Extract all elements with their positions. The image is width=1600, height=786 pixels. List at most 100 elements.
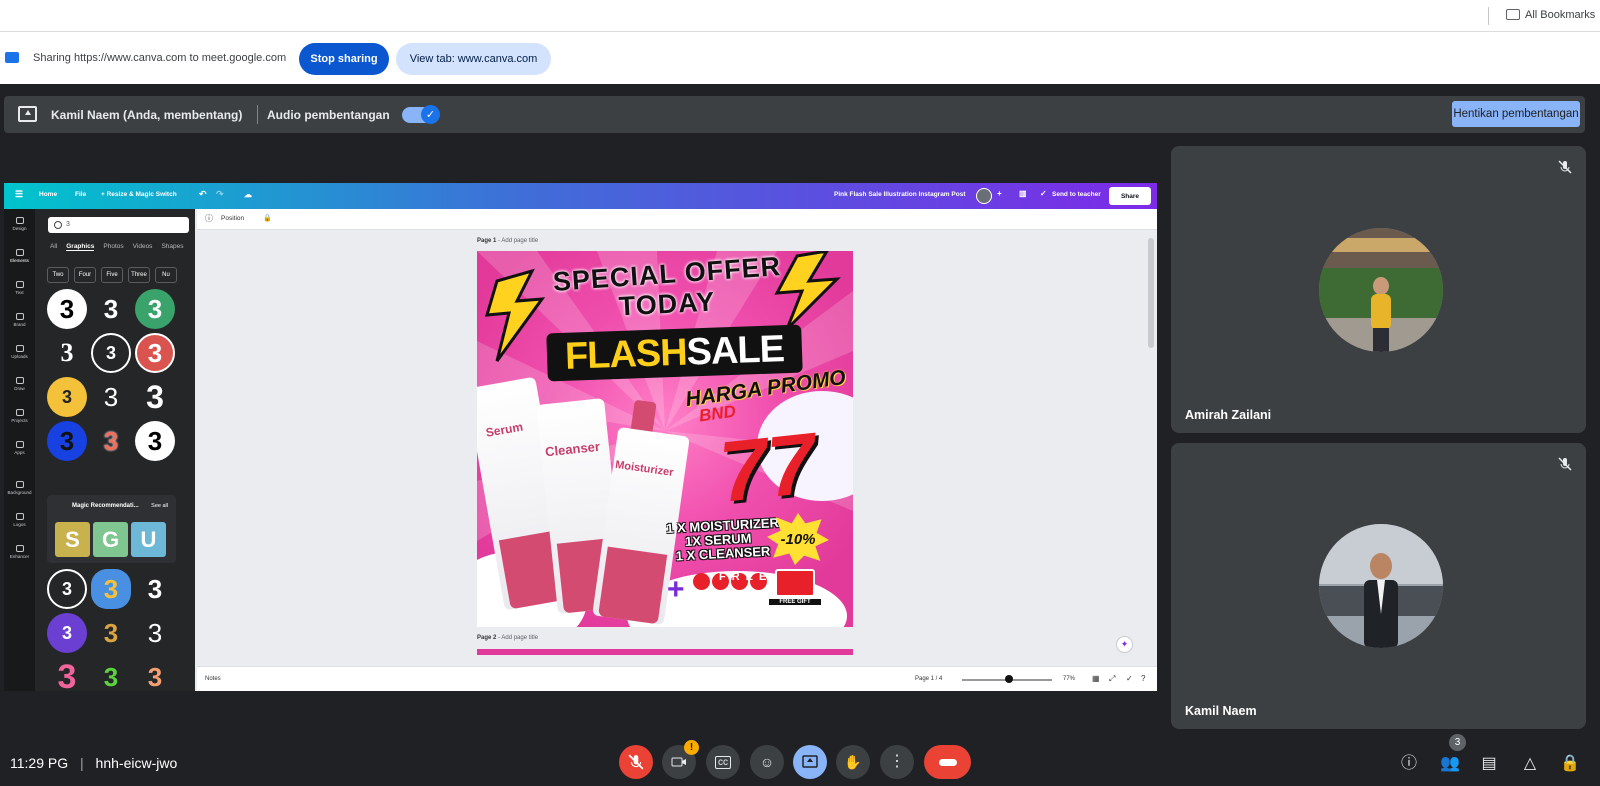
help-icon[interactable]: ?: [1141, 674, 1145, 683]
graphic-result[interactable]: 3: [91, 657, 131, 692]
page-2-label[interactable]: Page 2 - Add page title: [477, 635, 538, 641]
participant-tile[interactable]: Amirah Zailani: [1171, 146, 1586, 433]
stop-presenting-button[interactable]: Hentikan pembentangan: [1452, 101, 1580, 127]
graphic-result[interactable]: 3: [135, 657, 175, 692]
magic-tile[interactable]: G: [93, 522, 128, 557]
stop-sharing-button[interactable]: Stop sharing: [299, 43, 389, 75]
chip-four[interactable]: Four: [74, 267, 96, 283]
chip-three[interactable]: Three: [128, 267, 150, 283]
see-all-link[interactable]: See all: [151, 503, 168, 509]
captions-button[interactable]: cc: [706, 745, 740, 779]
magic-assistant-icon[interactable]: ✦: [1116, 636, 1133, 653]
chip-five[interactable]: Five: [101, 267, 123, 283]
add-collaborator-icon[interactable]: +: [997, 189, 1002, 198]
canva-share-button[interactable]: Share: [1109, 187, 1151, 205]
graphic-result[interactable]: 3: [47, 569, 87, 609]
tab-shapes[interactable]: Shapes: [161, 243, 183, 250]
graphic-result[interactable]: 3: [47, 333, 87, 373]
chip-two[interactable]: Two: [47, 267, 69, 283]
folder-icon[interactable]: [1506, 9, 1520, 20]
rail-item-enhancer[interactable]: Enhancer: [4, 545, 35, 559]
send-to-teacher-button[interactable]: Send to teacher: [1052, 191, 1101, 198]
grid-view-icon[interactable]: ▦: [1092, 674, 1100, 683]
collaborator-avatar[interactable]: [976, 188, 992, 204]
graphic-result[interactable]: 3: [135, 569, 175, 609]
chat-icon[interactable]: ▤: [1479, 755, 1499, 773]
tab-all[interactable]: All: [50, 243, 57, 250]
rail-item-brand[interactable]: Brand: [4, 313, 35, 327]
graphic-result[interactable]: 3: [91, 613, 131, 653]
menu-icon[interactable]: ☰: [15, 189, 23, 200]
zoom-slider-handle[interactable]: [1005, 675, 1013, 683]
present-button[interactable]: [793, 745, 827, 779]
position-button[interactable]: Position: [221, 215, 244, 222]
zoom-level[interactable]: 77%: [1063, 676, 1075, 682]
check-icon[interactable]: ✓: [1126, 674, 1133, 683]
graphic-result[interactable]: 3: [47, 377, 87, 417]
page-2-preview[interactable]: [477, 649, 853, 655]
activities-icon[interactable]: △: [1520, 755, 1540, 773]
tab-graphics[interactable]: Graphics: [66, 243, 95, 251]
info-icon[interactable]: ⓘ: [205, 213, 213, 224]
graphic-result[interactable]: 3: [91, 289, 131, 329]
rail-item-projects[interactable]: Projects: [4, 409, 35, 423]
lock-icon[interactable]: 🔒: [263, 214, 272, 222]
magic-tile[interactable]: U: [131, 522, 166, 557]
raise-hand-button[interactable]: ✋: [836, 745, 870, 779]
more-options-button[interactable]: ⋮: [880, 745, 914, 779]
redo-icon[interactable]: ↷: [216, 189, 224, 200]
graphic-result[interactable]: 3: [47, 613, 87, 653]
graphic-result[interactable]: 3: [91, 333, 131, 373]
rail-item-text[interactable]: Text: [4, 281, 35, 295]
rail-item-apps[interactable]: Apps: [4, 441, 35, 455]
graphic-result[interactable]: 3: [91, 569, 131, 609]
rail-item-background[interactable]: Background: [4, 481, 35, 495]
leave-call-button[interactable]: [924, 745, 971, 779]
audio-presenting-toggle[interactable]: ✓: [402, 105, 440, 124]
participant-tile[interactable]: Kamil Naem: [1171, 443, 1586, 729]
magic-recommendations-title: Magic Recommendati...: [72, 503, 139, 509]
document-title[interactable]: Pink Flash Sale Illustration Instagram P…: [834, 191, 965, 198]
magic-tile[interactable]: S: [55, 522, 90, 557]
rail-item-elements[interactable]: Elements: [4, 249, 35, 263]
insights-icon[interactable]: ▥: [1019, 189, 1027, 198]
elements-search-input[interactable]: 3: [48, 217, 189, 233]
undo-icon[interactable]: ↶: [199, 189, 207, 200]
emoji-button[interactable]: ☺: [750, 745, 784, 779]
graphic-result[interactable]: 3: [135, 333, 175, 373]
rail-item-uploads[interactable]: Uploads: [4, 345, 35, 359]
rail-item-logos[interactable]: Logos: [4, 513, 35, 527]
notes-button[interactable]: Notes: [205, 676, 221, 682]
rail-item-draw[interactable]: Draw: [4, 377, 35, 391]
page-indicator[interactable]: Page 1 / 4: [915, 676, 942, 682]
graphic-result[interactable]: 3: [91, 421, 131, 461]
meeting-info-icon[interactable]: ⓘ: [1399, 755, 1419, 773]
graphic-result[interactable]: 3: [135, 421, 175, 461]
host-controls-icon[interactable]: 🔒: [1560, 755, 1580, 773]
view-tab-button[interactable]: View tab: www.canva.com: [396, 43, 551, 75]
all-bookmarks-link[interactable]: All Bookmarks: [1525, 9, 1595, 21]
graphic-result[interactable]: 3: [47, 657, 87, 692]
elements-icon: [15, 249, 24, 256]
canvas-scrollbar[interactable]: [1148, 238, 1154, 348]
resize-magic-switch-button[interactable]: + Resize & Magic Switch: [101, 191, 177, 198]
rail-item-design[interactable]: Design: [4, 217, 35, 231]
graphic-result[interactable]: 3: [47, 421, 87, 461]
chip-nu[interactable]: Nu: [155, 267, 177, 283]
graphic-result[interactable]: 3: [47, 289, 87, 329]
tab-videos[interactable]: Videos: [133, 243, 153, 250]
fullscreen-icon[interactable]: ⤢: [1109, 674, 1115, 684]
people-icon[interactable]: 👥: [1440, 755, 1460, 773]
present-screen-icon: [18, 106, 37, 122]
tab-photos[interactable]: Photos: [103, 243, 123, 250]
canva-home-link[interactable]: Home: [39, 191, 57, 198]
canva-file-menu[interactable]: File: [75, 191, 86, 198]
graphic-result[interactable]: 3: [135, 289, 175, 329]
graphic-result[interactable]: 3: [91, 377, 131, 417]
microphone-button[interactable]: [619, 745, 653, 779]
graphic-result[interactable]: 3: [135, 613, 175, 653]
check-icon: ✓: [421, 105, 440, 124]
flash-sale-design[interactable]: SPECIAL OFFER TODAY FLASHSALE HARGA PROM…: [477, 251, 853, 627]
graphic-result[interactable]: 3: [135, 377, 175, 417]
page-1-label[interactable]: Page 1 - Add page title: [477, 238, 538, 244]
